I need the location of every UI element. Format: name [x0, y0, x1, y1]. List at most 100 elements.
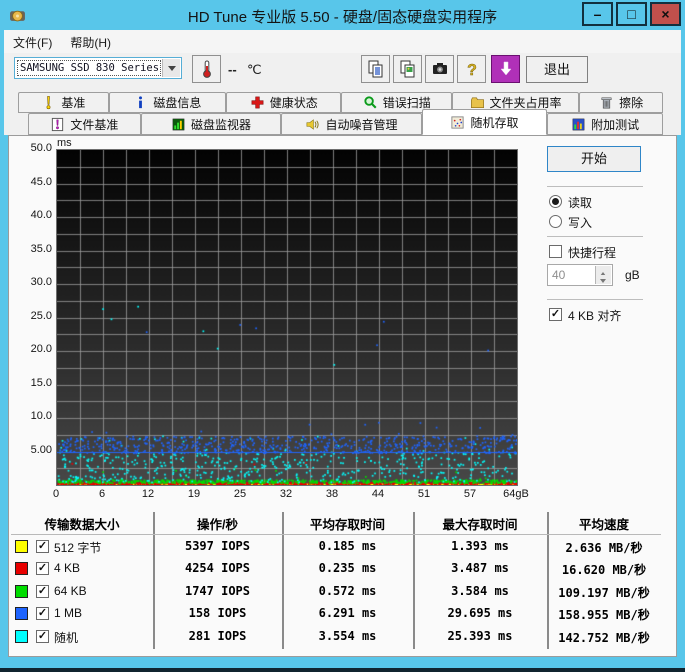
copy-image-button[interactable]	[393, 55, 422, 83]
random-access-icon	[450, 115, 465, 130]
table-cell: 0.235 ms	[282, 561, 413, 575]
exit-button[interactable]: 退出	[526, 56, 588, 83]
capacity-spinner[interactable]: 40	[547, 264, 613, 286]
x-axis-tick: 57	[450, 488, 490, 500]
series-color-swatch	[15, 585, 28, 598]
menu-bar: 文件(F)帮助(H)	[4, 30, 681, 54]
y-axis-tick: 30.0	[9, 276, 52, 288]
table-header-4: 平均速度	[547, 514, 661, 533]
table-cell: 5397 IOPS	[153, 539, 282, 553]
tab-label: 健康状态	[270, 94, 318, 111]
health-icon	[250, 95, 265, 110]
close-button[interactable]: ×	[650, 2, 681, 26]
copy-image-icon	[399, 59, 417, 79]
write-label: 写入	[568, 214, 592, 231]
table-header-0: 传输数据大小	[11, 514, 153, 533]
temperature-button[interactable]	[192, 55, 221, 83]
spin-down-icon[interactable]	[595, 275, 611, 284]
capacity-unit: gB	[625, 268, 640, 282]
chevron-down-icon[interactable]	[162, 59, 180, 77]
separator	[547, 299, 643, 300]
table-cell: 1747 IOPS	[153, 584, 282, 598]
table-cell: 0.185 ms	[282, 539, 413, 553]
tab-label: 磁盘监视器	[191, 116, 251, 133]
series-color-swatch	[15, 607, 28, 620]
x-axis-tick: 0	[36, 488, 76, 500]
series-color-swatch	[15, 562, 28, 575]
tab-benchmark[interactable]: 基准	[18, 92, 109, 113]
table-cell: 0.572 ms	[282, 584, 413, 598]
align-4kb-label: 4 KB 对齐	[568, 307, 621, 324]
help-button[interactable]: ?	[457, 55, 486, 83]
svg-text:?: ?	[467, 62, 477, 79]
series-label: 64 KB	[54, 584, 87, 598]
table-cell: 3.487 ms	[413, 561, 547, 575]
tab-label: 基准	[61, 94, 85, 111]
tab-health[interactable]: 健康状态	[226, 92, 341, 113]
series-visible-checkbox[interactable]: ✓	[36, 562, 49, 575]
file-benchmark-icon	[50, 117, 65, 132]
drive-select[interactable]: SAMSUNG SSD 830 Series (64 gB)	[14, 57, 182, 79]
temperature-unit: ℃	[247, 62, 262, 78]
series-visible-checkbox[interactable]: ✓	[36, 607, 49, 620]
x-axis-tick: 64gB	[496, 488, 536, 500]
maximize-button[interactable]: □	[616, 2, 647, 26]
aam-icon	[305, 117, 320, 132]
random-access-scatter-chart	[56, 149, 518, 486]
tab-erase[interactable]: 擦除	[579, 92, 663, 113]
tab-disk-monitor[interactable]: 磁盘监视器	[141, 113, 281, 135]
tab-file-benchmark[interactable]: 文件基准	[28, 113, 141, 135]
series-color-swatch	[15, 630, 28, 643]
tab-disk-info[interactable]: 磁盘信息	[109, 92, 226, 113]
series-label: 1 MB	[54, 606, 82, 620]
start-button[interactable]: 开始	[547, 146, 641, 172]
capacity-value: 40	[552, 268, 565, 282]
erase-icon	[599, 95, 614, 110]
tab-aam[interactable]: 自动噪音管理	[281, 113, 421, 135]
copy-text-button[interactable]	[361, 55, 390, 83]
align-4kb-checkbox[interactable]: ✓	[549, 308, 562, 321]
benchmark-icon	[41, 95, 56, 110]
table-cell: 3.554 ms	[282, 629, 413, 643]
extra-tests-icon	[571, 117, 586, 132]
table-cell: 2.636 MB/秒	[547, 539, 661, 556]
table-cell: 281 IOPS	[153, 629, 282, 643]
minimize-button[interactable]: –	[582, 2, 613, 26]
window-bottom-edge	[0, 668, 685, 672]
folder-usage-icon	[470, 95, 485, 110]
temperature-value: --	[228, 62, 237, 77]
table-cell: 158.955 MB/秒	[547, 606, 661, 623]
menu-item-0[interactable]: 文件(F)	[4, 30, 61, 51]
tab-label: 文件基准	[70, 116, 118, 133]
tab-random-access[interactable]: 随机存取	[422, 109, 548, 135]
save-button[interactable]	[491, 55, 520, 83]
series-visible-checkbox[interactable]: ✓	[36, 630, 49, 643]
series-visible-checkbox[interactable]: ✓	[36, 540, 49, 553]
menu-item-1[interactable]: 帮助(H)	[61, 30, 120, 51]
download-arrow-icon	[497, 59, 515, 79]
tab-row-1: 基准磁盘信息健康状态错误扫描文件夹占用率擦除	[18, 92, 663, 113]
copy-text-icon	[367, 59, 385, 79]
help-icon: ?	[463, 59, 481, 79]
hd-tune-window: { "window": { "title": "HD Tune 专业版 5.50…	[0, 0, 685, 672]
short-stroke-checkbox[interactable]	[549, 245, 562, 258]
table-header-divider	[11, 534, 661, 535]
y-axis-tick: 45.0	[9, 176, 52, 188]
y-axis-unit-label: ms	[57, 137, 72, 149]
write-radio[interactable]	[549, 215, 562, 228]
y-axis-tick: 40.0	[9, 209, 52, 221]
read-radio[interactable]	[549, 195, 562, 208]
table-header-3: 最大存取时间	[413, 514, 547, 533]
tab-label: 附加测试	[591, 116, 639, 133]
toolbar: SAMSUNG SSD 830 Series (64 gB) -- ℃	[4, 53, 681, 89]
series-visible-checkbox[interactable]: ✓	[36, 585, 49, 598]
tab-label: 随机存取	[470, 114, 518, 131]
tab-extra-tests[interactable]: 附加测试	[547, 113, 663, 135]
y-axis-tick: 25.0	[9, 310, 52, 322]
x-axis-tick: 19	[174, 488, 214, 500]
table-cell: 1.393 ms	[413, 539, 547, 553]
table-cell: 16.620 MB/秒	[547, 561, 661, 578]
y-axis-tick: 10.0	[9, 410, 52, 422]
screenshot-button[interactable]	[425, 55, 454, 83]
table-cell: 109.197 MB/秒	[547, 584, 661, 601]
